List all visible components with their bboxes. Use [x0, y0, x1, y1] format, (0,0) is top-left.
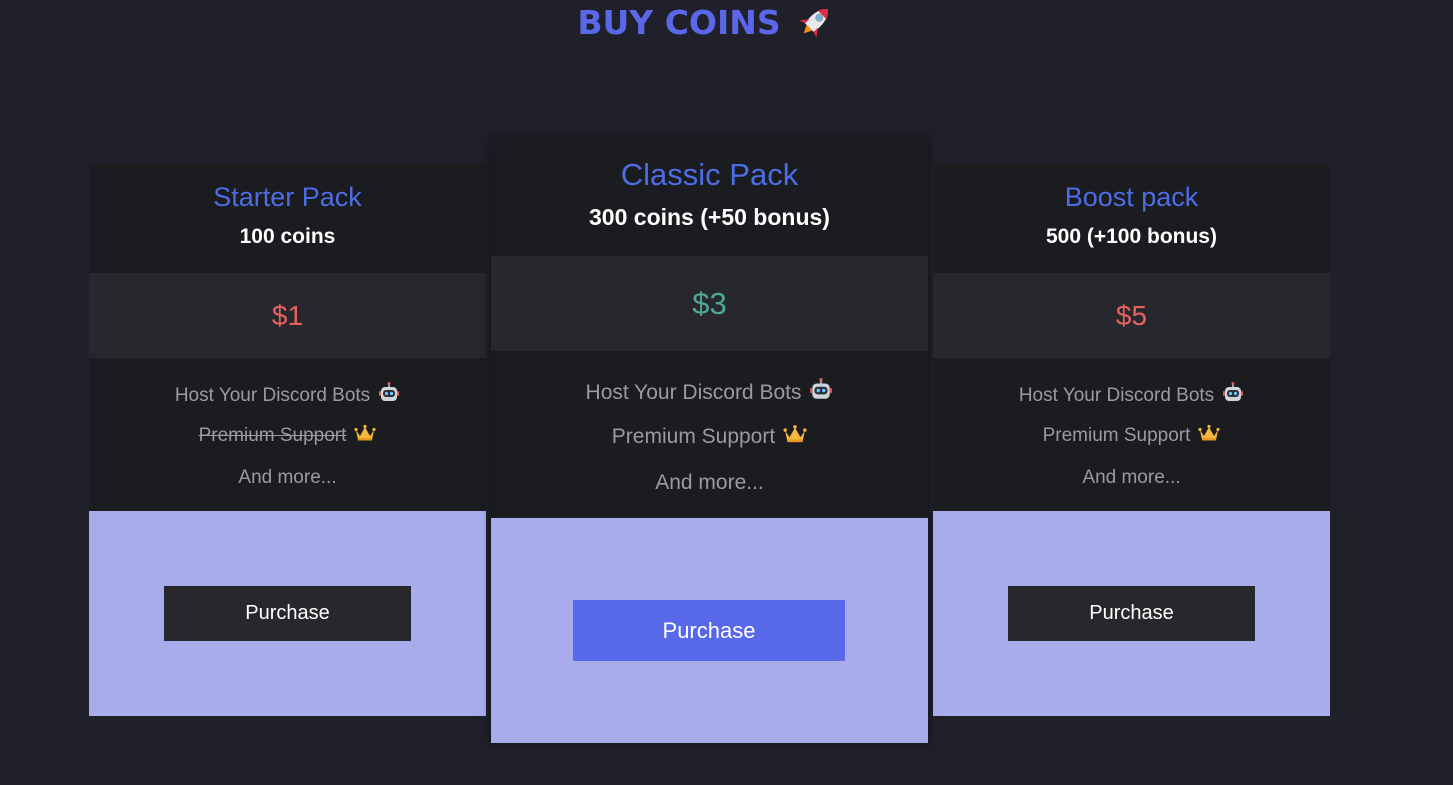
crown-icon: [1198, 424, 1221, 448]
pack-name: Boost pack: [1064, 182, 1199, 212]
feature-item: Host Your Discord Bots: [933, 382, 1330, 410]
feature-item: Premium Support: [89, 424, 486, 448]
pack-coins: 300 coins (+50 bonus): [589, 204, 830, 230]
feature-text: And more...: [238, 467, 337, 488]
feature-text: And more...: [655, 471, 764, 494]
feature-text: And more...: [1082, 467, 1181, 488]
pack-card-classic: Classic Pack 300 coins (+50 bonus) $3 Ho…: [491, 137, 928, 743]
feature-list: Host Your Discord Bots Premium Support A…: [491, 351, 928, 518]
page-title-text: BUY COINS: [577, 2, 781, 42]
robot-icon: [809, 378, 833, 408]
feature-list: Host Your Discord Bots Premium Support A…: [933, 358, 1330, 511]
price-band: $1: [89, 273, 486, 358]
pack-card-boost: Boost pack 500 (+100 bonus) $5 Host Your…: [933, 164, 1330, 716]
pack-name: Starter Pack: [213, 182, 362, 212]
pack-price: $5: [1115, 299, 1148, 331]
price-band: $3: [491, 256, 928, 351]
buy-area: Purchase: [933, 511, 1330, 716]
feature-item: And more...: [933, 467, 1330, 489]
pack-name: Classic Pack: [620, 157, 799, 192]
page-title: BUY COINS: [0, 0, 1412, 44]
pack-header: Starter Pack 100 coins: [89, 164, 486, 273]
pack-card-starter: Starter Pack 100 coins $1 Host Your Disc…: [89, 164, 486, 716]
feature-item: Host Your Discord Bots: [491, 378, 928, 408]
buy-area: Purchase: [491, 518, 928, 743]
feature-text: Premium Support: [1042, 425, 1191, 446]
pack-price: $1: [271, 299, 304, 331]
feature-item: And more...: [491, 471, 928, 495]
feature-text: Host Your Discord Bots: [174, 385, 371, 406]
pack-header: Classic Pack 300 coins (+50 bonus): [491, 137, 928, 256]
feature-item: Premium Support: [491, 424, 928, 450]
feature-text: Premium Support: [611, 425, 776, 448]
purchase-button[interactable]: Purchase: [1008, 586, 1255, 641]
purchase-button[interactable]: Purchase: [573, 600, 845, 661]
feature-list: Host Your Discord Bots Premium Support A…: [89, 358, 486, 511]
crown-icon: [354, 424, 377, 448]
feature-text: Premium Support: [198, 425, 347, 446]
purchase-button[interactable]: Purchase: [164, 586, 411, 641]
pack-coins: 500 (+100 bonus): [1046, 225, 1217, 248]
robot-icon: [378, 382, 400, 410]
feature-item: Premium Support: [933, 424, 1330, 448]
rocket-icon: [799, 8, 828, 38]
buy-area: Purchase: [89, 511, 486, 716]
pack-price: $3: [692, 285, 727, 321]
feature-item: And more...: [89, 467, 486, 489]
feature-text: Host Your Discord Bots: [1018, 385, 1215, 406]
pack-header: Boost pack 500 (+100 bonus): [933, 164, 1330, 273]
crown-icon: [783, 424, 807, 450]
price-band: $5: [933, 273, 1330, 358]
pack-coins: 100 coins: [239, 225, 336, 248]
feature-item: Host Your Discord Bots: [89, 382, 486, 410]
feature-text: Host Your Discord Bots: [585, 381, 802, 404]
robot-icon: [1222, 382, 1244, 410]
